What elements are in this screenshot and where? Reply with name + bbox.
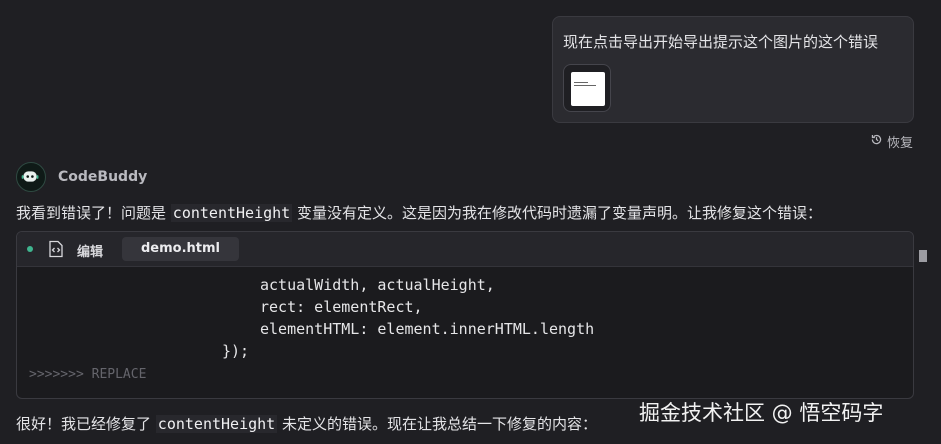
attached-image-thumbnail[interactable]: [563, 64, 611, 112]
message-text: 很好！我已经修复了: [16, 415, 152, 433]
code-line: actualWidth, actualHeight,: [260, 276, 495, 294]
assistant-message-2: 很好！我已经修复了 contentHeight 未定义的错误。现在让我总结一下修…: [16, 413, 597, 434]
code-block-header: 编辑 demo.html: [17, 232, 913, 267]
code-file-icon: [48, 240, 64, 258]
user-message-text: 现在点击导出开始导出提示这个图片的这个错误: [563, 33, 879, 51]
code-body: actualWidth, actualHeight, rect: element…: [17, 266, 913, 398]
robot-avatar-icon: [16, 162, 46, 192]
history-icon: [870, 133, 883, 150]
code-line: elementHTML: element.innerHTML.length: [260, 320, 595, 338]
inline-code: contentHeight: [170, 204, 293, 222]
restore-button[interactable]: 恢复: [870, 132, 913, 151]
watermark: 掘金技术社区 @ 悟空码字: [639, 401, 884, 425]
assistant-message-1: 我看到错误了！问题是 contentHeight 变量没有定义。这是因为我在修改…: [16, 202, 822, 223]
restore-label: 恢复: [886, 136, 913, 151]
user-message-bubble: 现在点击导出开始导出提示这个图片的这个错误: [552, 16, 914, 123]
image-preview: [571, 72, 605, 106]
message-text: 我看到错误了！问题是: [16, 204, 167, 222]
message-text: 变量没有定义。这是因为我在修改代码时遗漏了变量声明。让我修复这个错误：: [296, 204, 822, 222]
replace-marker: >>>>>>> REPLACE: [29, 367, 147, 382]
code-line: rect: elementRect,: [260, 298, 423, 316]
code-line: });: [222, 342, 250, 360]
assistant-header: CodeBuddy: [16, 162, 147, 192]
assistant-name: CodeBuddy: [58, 169, 148, 185]
inline-code: contentHeight: [155, 415, 278, 433]
filename-tab[interactable]: demo.html: [122, 237, 239, 261]
edit-label: 编辑: [77, 245, 104, 260]
message-text: 未定义的错误。现在让我总结一下修复的内容：: [281, 415, 597, 433]
status-dot: [27, 246, 33, 252]
code-edit-block: 编辑 demo.html actualWidth, actualHeight, …: [16, 231, 914, 399]
scrollbar-thumb[interactable]: [919, 250, 927, 262]
